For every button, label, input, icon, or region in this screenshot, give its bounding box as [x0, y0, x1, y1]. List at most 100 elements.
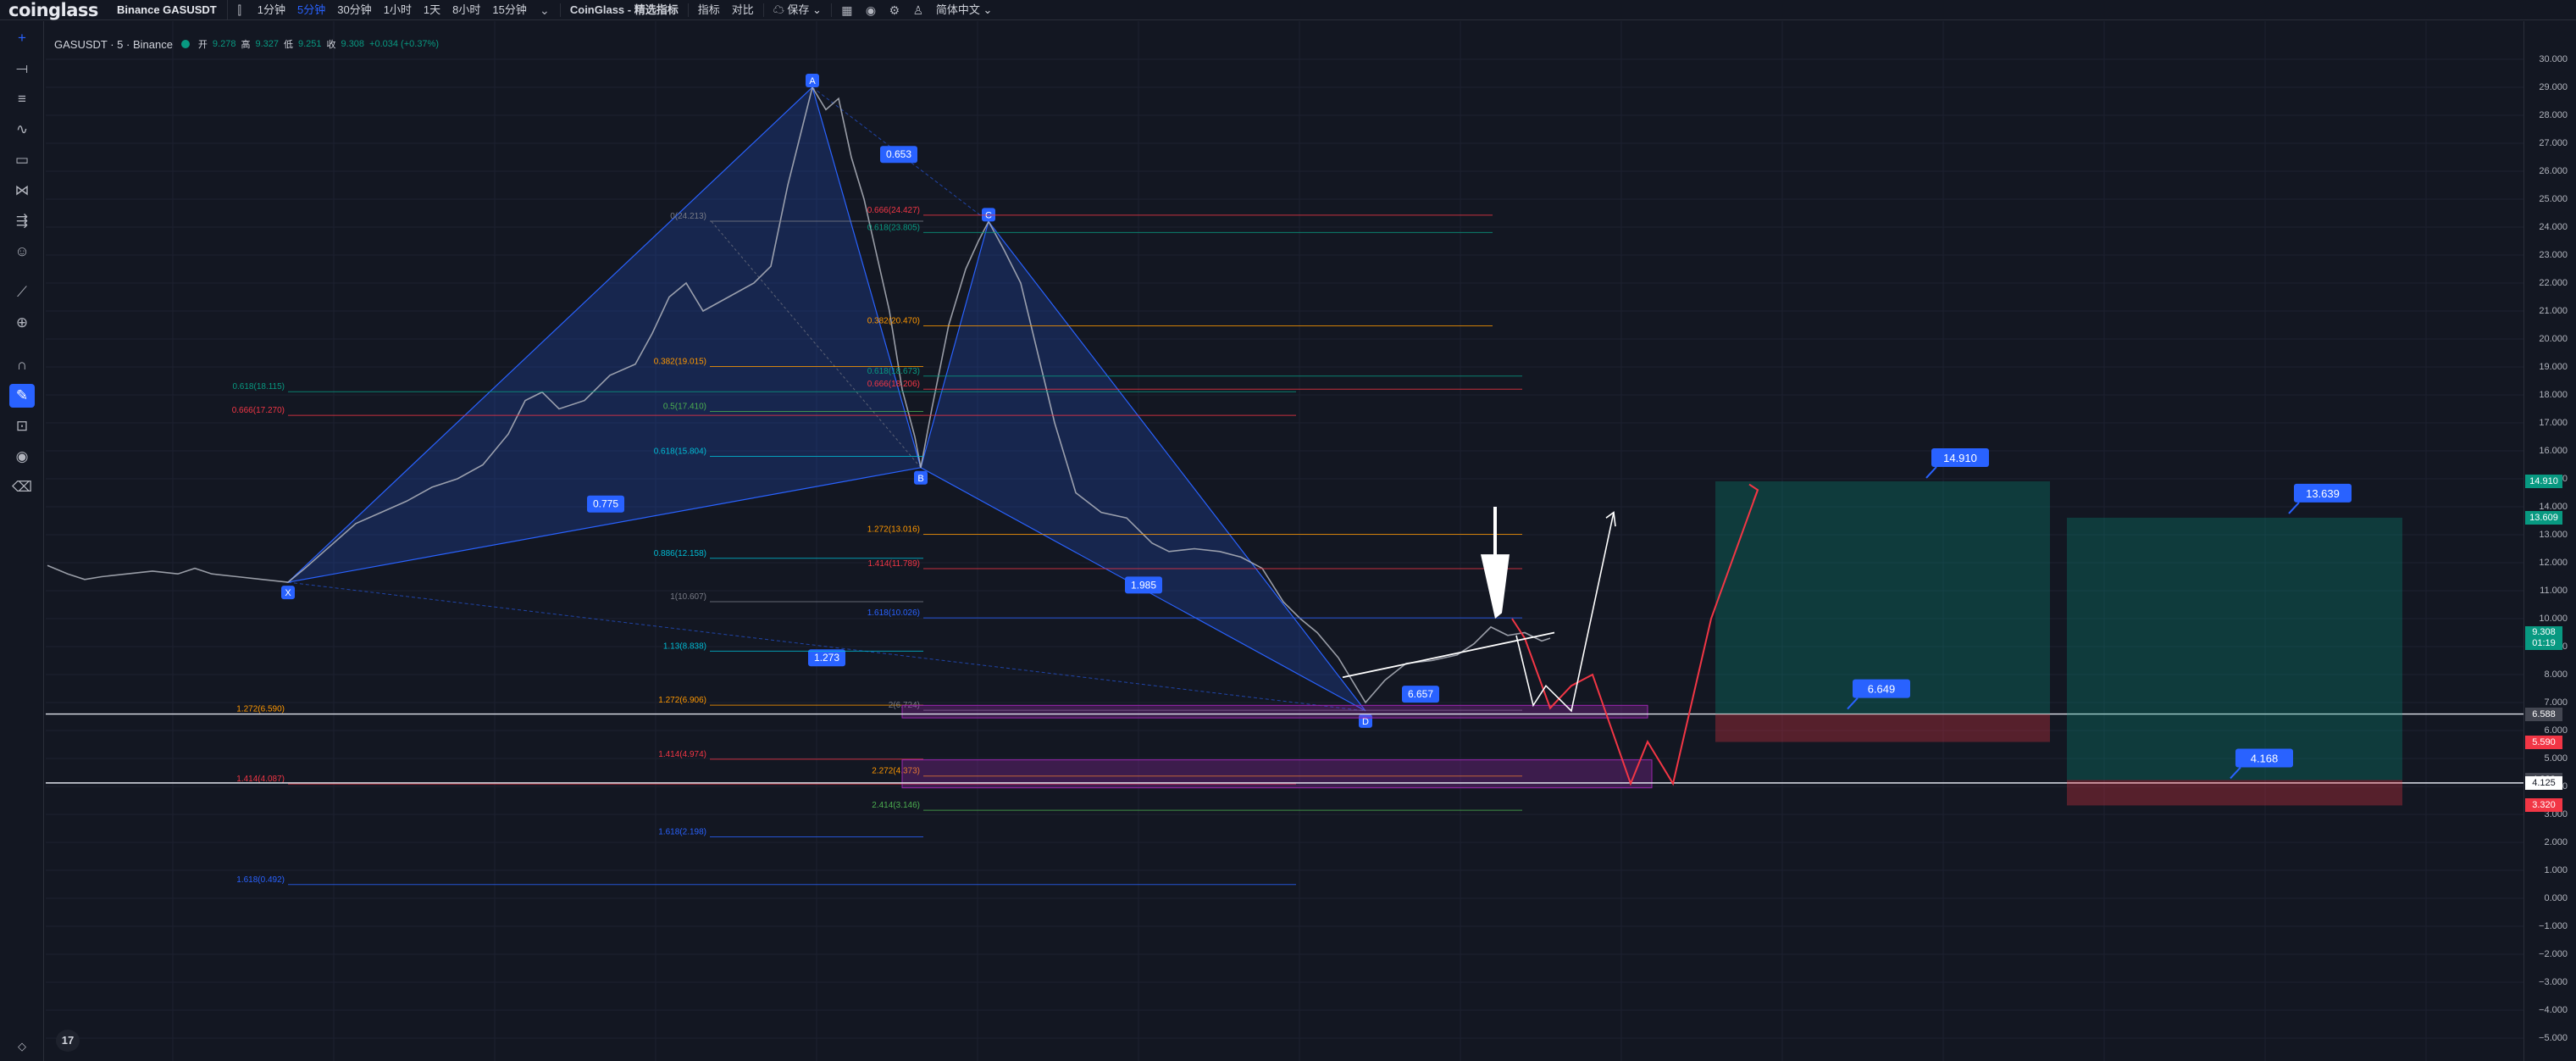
high-value: 9.327 [255, 39, 279, 49]
price-tick: 30.000 [2539, 54, 2568, 64]
language-select[interactable]: 简体中文 ⌄ [930, 0, 999, 20]
open-value: 9.278 [212, 39, 236, 49]
fib-level-label: 0.5(17.410) [663, 402, 706, 411]
indicator-source[interactable]: CoinGlass - 精选指标 [564, 0, 684, 20]
price-tick: 20.000 [2539, 334, 2568, 344]
price-tick: 27.000 [2539, 138, 2568, 148]
gear-icon[interactable]: ⚙ [883, 0, 906, 20]
measure-icon[interactable]: ⇶ [9, 209, 35, 233]
price-tick: 13.000 [2539, 530, 2568, 540]
bcd-triangle [920, 220, 1366, 712]
trend-icon[interactable]: ∿ [9, 118, 35, 142]
price-tag: 4.125 [2525, 775, 2562, 790]
fib-level-label: 0.618(18.115) [232, 382, 285, 392]
interval-15m[interactable]: 15分钟 [486, 0, 532, 20]
high-label: 高 [241, 40, 251, 50]
target-label: 14.910 [1943, 452, 1977, 464]
price-tag: 13.609 [2525, 510, 2562, 525]
collapse-icon[interactable]: ◇ [9, 1035, 35, 1058]
interval-1h[interactable]: 1小时 [378, 0, 418, 20]
price-tick: 28.000 [2539, 110, 2568, 120]
lock-icon[interactable]: ⊡ [9, 414, 35, 438]
price-tick: 11.000 [2540, 586, 2568, 596]
eye-icon[interactable]: ◉ [9, 445, 35, 469]
fib-level-label: 1(10.607) [670, 592, 706, 602]
fib-level-label: 1.618(0.492) [236, 875, 285, 885]
brand-logo[interactable]: coinglass [0, 0, 108, 20]
interval-5m[interactable]: 5分钟 [291, 0, 331, 20]
price-tick: −2.000 [2539, 949, 2568, 959]
chevron-down-icon[interactable]: ⌄ [533, 0, 557, 20]
close-label: 收 [326, 40, 336, 50]
indicators-button[interactable]: 指标 [692, 0, 726, 20]
user-icon[interactable]: ♙ [906, 0, 930, 20]
price-tick: 17.000 [2539, 418, 2568, 428]
change-value: +0.034 (+0.37%) [369, 39, 439, 49]
position-2-profit-zone [2067, 517, 2402, 780]
chart-svg[interactable]: XABCD0.7750.6531.9851.2736.6570(24.213)0… [46, 21, 2523, 1061]
symbol-search[interactable]: Binance GASUSDT [108, 0, 228, 20]
interval-1m[interactable]: 1分钟 [252, 0, 291, 20]
pattern-point-label-D: D [1362, 717, 1369, 727]
price-tick: 7.000 [2544, 697, 2568, 708]
trash-icon[interactable]: ⌫ [9, 475, 35, 499]
target-label: 6.649 [1868, 683, 1896, 696]
chart-legend: GASUSDT · 5 · Binance 开 9.278 高 9.327 低 9.2… [54, 37, 439, 51]
camera-icon[interactable]: ◉ [859, 0, 883, 20]
horizontal-line-icon[interactable]: ⟞ [9, 57, 35, 81]
price-tag: 5.590 [2525, 735, 2562, 749]
fib-level-label: 0.886(12.158) [654, 549, 706, 558]
ruler-icon[interactable]: ⟋ [9, 281, 35, 304]
price-tick: 16.000 [2539, 446, 2568, 456]
cloud-icon: ☁ [773, 3, 784, 16]
fib-level-label: 0(24.213) [670, 212, 706, 221]
fib-icon[interactable]: ≡ [9, 87, 35, 111]
fib-level-label: 1.618(2.198) [658, 827, 706, 836]
text-icon[interactable]: ▭ [9, 148, 35, 172]
price-tick: 22.000 [2539, 278, 2568, 288]
compare-button[interactable]: 对比 [726, 0, 760, 20]
price-axis[interactable]: 30.000 29.000 28.000 27.000 26.000 25.000 24.0… [2523, 21, 2576, 1061]
ratio-label: 1.273 [814, 652, 839, 664]
legend-title: GASUSDT · 5 · Binance [54, 37, 173, 51]
low-value: 9.251 [297, 39, 322, 49]
ratio-label: 1.985 [1131, 579, 1156, 591]
fib-level-label: 1.272(6.590) [236, 705, 285, 714]
compare-bars-icon[interactable]: ⫿ [228, 0, 252, 20]
save-button[interactable]: ☁ 保存 ⌄ [767, 0, 828, 20]
trend-line [1342, 631, 1555, 679]
price-chart[interactable]: X A B C D 0.775 0.653 1.985 1.273 6.657 0(24.213) 0… [46, 21, 2523, 1061]
interval-1d[interactable]: 1天 [418, 0, 446, 20]
emoji-icon[interactable]: ☺ [9, 240, 35, 264]
fib-level-label: 0.618(15.804) [654, 447, 706, 456]
price-tick: −4.000 [2539, 1005, 2568, 1015]
layout-grid-icon[interactable]: ▦ [835, 0, 859, 20]
target-pointer [2288, 502, 2300, 514]
crosshair-icon[interactable]: + [9, 26, 35, 50]
fib-level-label: 1.414(4.974) [658, 750, 706, 759]
target-pointer [1925, 466, 1937, 479]
price-tick: 24.000 [2539, 222, 2568, 232]
ratio-label: 0.775 [593, 498, 618, 510]
close-value: 9.308 [341, 39, 365, 49]
save-label: 保存 [787, 3, 810, 16]
fib-level-label: 1.414(11.789) [867, 559, 920, 569]
divider [830, 3, 832, 17]
pattern-icon[interactable]: ⋈ [9, 179, 35, 203]
price-tick: 19.000 [2539, 362, 2568, 372]
target-label: 13.639 [2306, 487, 2340, 500]
brush-icon[interactable]: ✎ [9, 384, 35, 408]
interval-30m[interactable]: 30分钟 [331, 0, 377, 20]
price-tick: 10.000 [2539, 614, 2568, 624]
interval-8h[interactable]: 8小时 [446, 0, 486, 20]
magnet-icon[interactable]: ∩ [9, 353, 35, 377]
fib-level-label: 0.382(19.015) [654, 358, 706, 367]
fib-level-label: 1.618(10.026) [867, 608, 920, 618]
fib-level-label: 0.666(17.270) [232, 406, 285, 415]
tradingview-logo-icon[interactable]: 17 [56, 1030, 80, 1052]
price-tick: −3.000 [2539, 977, 2568, 987]
top-toolbar: coinglass Binance GASUSDT ⫿ 1分钟 5分钟 30分钟… [0, 0, 2576, 20]
zoom-icon[interactable]: ⊕ [9, 311, 35, 335]
divider [559, 3, 561, 17]
fib-level-label: 0.666(24.427) [867, 206, 920, 215]
